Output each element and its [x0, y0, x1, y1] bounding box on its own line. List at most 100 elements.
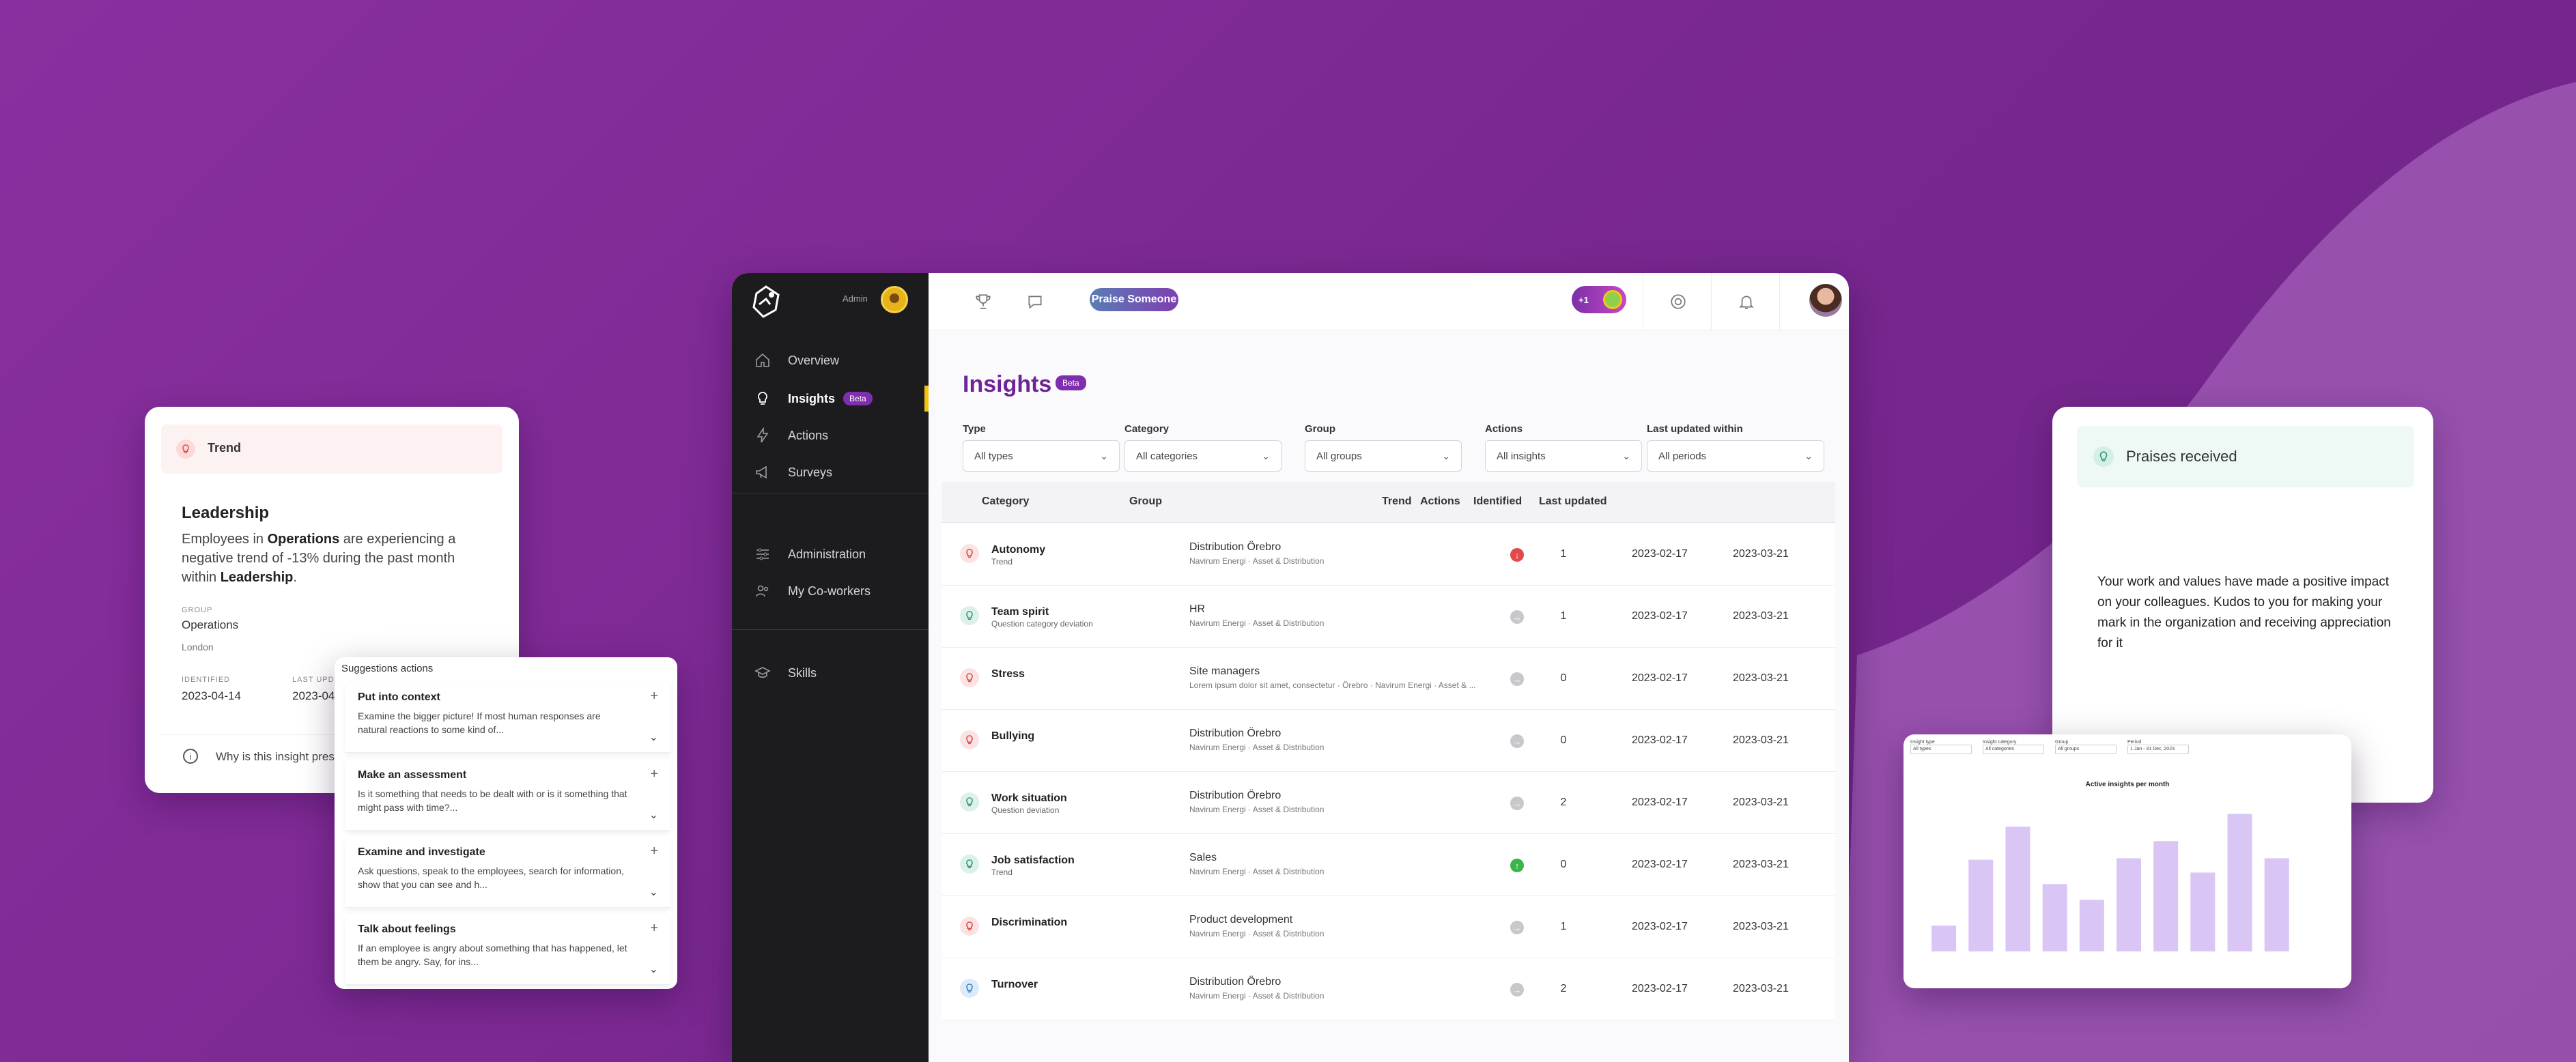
bell-icon[interactable] — [1734, 289, 1759, 314]
trend-positive-icon: ↑ — [1510, 859, 1524, 872]
column-header-actions[interactable]: Actions — [1420, 496, 1460, 508]
select-value: All types — [974, 450, 1013, 462]
sidebar-item-actions[interactable]: Actions — [754, 423, 828, 448]
table-row[interactable]: Discrimination Product development Navirum… — [942, 896, 1835, 958]
category-select[interactable]: All categories ⌄ — [1124, 440, 1282, 472]
lightbulb-icon — [960, 917, 979, 936]
sidebar-item-label: My Co-workers — [788, 584, 871, 598]
row-identified: 2023-02-17 — [1632, 672, 1688, 684]
praise-someone-button[interactable]: Praise Someone — [1090, 288, 1178, 311]
sidebar-item-overview[interactable]: Overview — [754, 348, 839, 373]
row-actions-count: 0 — [1560, 859, 1567, 870]
sidebar-item-label: Skills — [788, 665, 817, 680]
insight-description: Employees in Operations are experiencing… — [182, 532, 456, 585]
lightbulb-icon — [754, 390, 772, 407]
row-identified: 2023-02-17 — [1632, 610, 1688, 622]
chart-bar[interactable] — [1968, 859, 1994, 951]
filter-label: Type — [963, 423, 986, 435]
row-actions-count: 0 — [1560, 672, 1567, 684]
chevron-down-icon[interactable]: ⌄ — [649, 808, 658, 822]
lightbulb-icon — [960, 979, 979, 998]
last-updated-value: 2023-04 — [292, 689, 335, 702]
user-avatar[interactable] — [1809, 284, 1842, 317]
sliders-icon — [754, 545, 772, 563]
app-logo-icon[interactable] — [746, 281, 787, 322]
sidebar-item-surveys[interactable]: Surveys — [754, 460, 832, 485]
table-row[interactable]: Job satisfaction Trend Sales Navirum Energi… — [942, 834, 1835, 896]
table-header: Category Group Trend Actions Identified … — [942, 482, 1835, 523]
table-row[interactable]: Autonomy Trend Distribution Örebro Navirum … — [942, 523, 1835, 586]
table-row[interactable]: Stress Site managers Lorem ipsum dolor sit… — [942, 648, 1835, 710]
row-last-updated: 2023-03-21 — [1733, 859, 1789, 870]
plus-icon[interactable]: + — [650, 689, 658, 704]
sidebar-item-label: Overview — [788, 353, 840, 367]
type-select[interactable]: All types ⌄ — [963, 440, 1120, 472]
suggestion-item[interactable]: Make an assessment Is it something that … — [345, 760, 670, 831]
row-category-type: Trend — [991, 557, 1013, 566]
sidebar-item-skills[interactable]: Skills — [754, 661, 817, 685]
chevron-down-icon[interactable]: ⌄ — [649, 962, 658, 976]
table-row[interactable]: Work situation Question deviation Distribu… — [942, 772, 1835, 834]
lightbulb-icon — [960, 544, 979, 563]
row-category: Job satisfaction — [991, 855, 1075, 866]
lifebuoy-icon[interactable] — [1666, 289, 1690, 314]
chart-bar[interactable] — [2227, 814, 2252, 951]
sidebar-item-my-co-workers[interactable]: My Co-workers — [754, 579, 871, 603]
table-row[interactable]: Bullying Distribution Örebro Navirum Energ… — [942, 710, 1835, 772]
filter-label: Actions — [1485, 423, 1523, 435]
plus-icon[interactable]: + — [650, 766, 658, 782]
chevron-down-icon[interactable]: ⌄ — [649, 885, 658, 899]
column-header-last-updated[interactable]: Last updated — [1539, 496, 1607, 508]
chart-bar[interactable] — [2153, 841, 2179, 951]
chat-icon[interactable] — [1023, 289, 1047, 314]
column-header-group[interactable]: Group — [1129, 496, 1162, 508]
column-header-trend[interactable]: Trend — [1382, 496, 1412, 508]
row-category: Bullying — [991, 730, 1035, 742]
trophy-icon[interactable] — [971, 289, 995, 314]
card-header: Praises received — [2077, 426, 2414, 487]
chevron-down-icon[interactable]: ⌄ — [649, 730, 658, 744]
admin-avatar[interactable] — [881, 286, 908, 313]
plus-icon[interactable]: + — [650, 921, 658, 936]
sidebar-item-insights[interactable]: Insights Beta — [754, 386, 873, 411]
column-header-identified[interactable]: Identified — [1473, 496, 1522, 508]
table-row[interactable]: Turnover Distribution Örebro Navirum Energ… — [942, 958, 1835, 1020]
chart-bar[interactable] — [2190, 872, 2216, 952]
chart-bar[interactable] — [2079, 900, 2104, 951]
sidebar-item-administration[interactable]: Administration — [754, 542, 866, 566]
chart-bar[interactable] — [1931, 925, 1957, 951]
lightbulb-icon — [960, 606, 979, 625]
column-header-category[interactable]: Category — [982, 496, 1029, 508]
plus-icon[interactable]: + — [650, 844, 658, 859]
sidebar-item-label: Actions — [788, 428, 829, 442]
suggestion-item[interactable]: Talk about feelings If an employee is an… — [345, 914, 670, 985]
group-select[interactable]: All groups ⌄ — [1305, 440, 1462, 472]
suggestion-item[interactable]: Examine and investigate Ask questions, s… — [345, 837, 670, 908]
beta-badge: Beta — [843, 392, 873, 405]
chevron-down-icon: ⌄ — [1622, 450, 1630, 461]
suggestion-item[interactable]: Put into context Examine the bigger pict… — [345, 682, 670, 753]
chart-bar[interactable] — [2042, 884, 2067, 951]
table-row[interactable]: Team spirit Question category deviation HR… — [942, 586, 1835, 648]
home-icon — [754, 351, 772, 369]
points-badge[interactable]: +1 — [1572, 286, 1626, 313]
suggestion-title: Examine and investigate — [358, 846, 485, 858]
row-category-type: Trend — [991, 867, 1013, 877]
lightbulb-icon — [960, 668, 979, 687]
last-updated-select[interactable]: All periods ⌄ — [1647, 440, 1824, 472]
chart-bar[interactable] — [2264, 858, 2289, 952]
row-group: Site managers — [1189, 665, 1260, 677]
chevron-down-icon: ⌄ — [1442, 450, 1450, 461]
chart-bar[interactable] — [2117, 858, 2141, 952]
trend-neutral-icon: → — [1510, 796, 1524, 810]
row-identified: 2023-02-17 — [1632, 796, 1688, 808]
row-group: Distribution Örebro — [1189, 728, 1282, 739]
actions-select[interactable]: All insights ⌄ — [1485, 440, 1642, 472]
row-group-path: Navirum Energi · Asset & Distribution — [1189, 991, 1325, 1001]
chart-bar[interactable] — [2005, 827, 2030, 951]
row-group-path: Navirum Energi · Asset & Distribution — [1189, 743, 1325, 752]
sidebar-item-label: Surveys — [788, 465, 833, 479]
graduation-cap-icon — [754, 664, 772, 682]
row-last-updated: 2023-03-21 — [1733, 796, 1789, 808]
suggestions-card: Suggestions actions Put into context Exa… — [335, 657, 677, 989]
